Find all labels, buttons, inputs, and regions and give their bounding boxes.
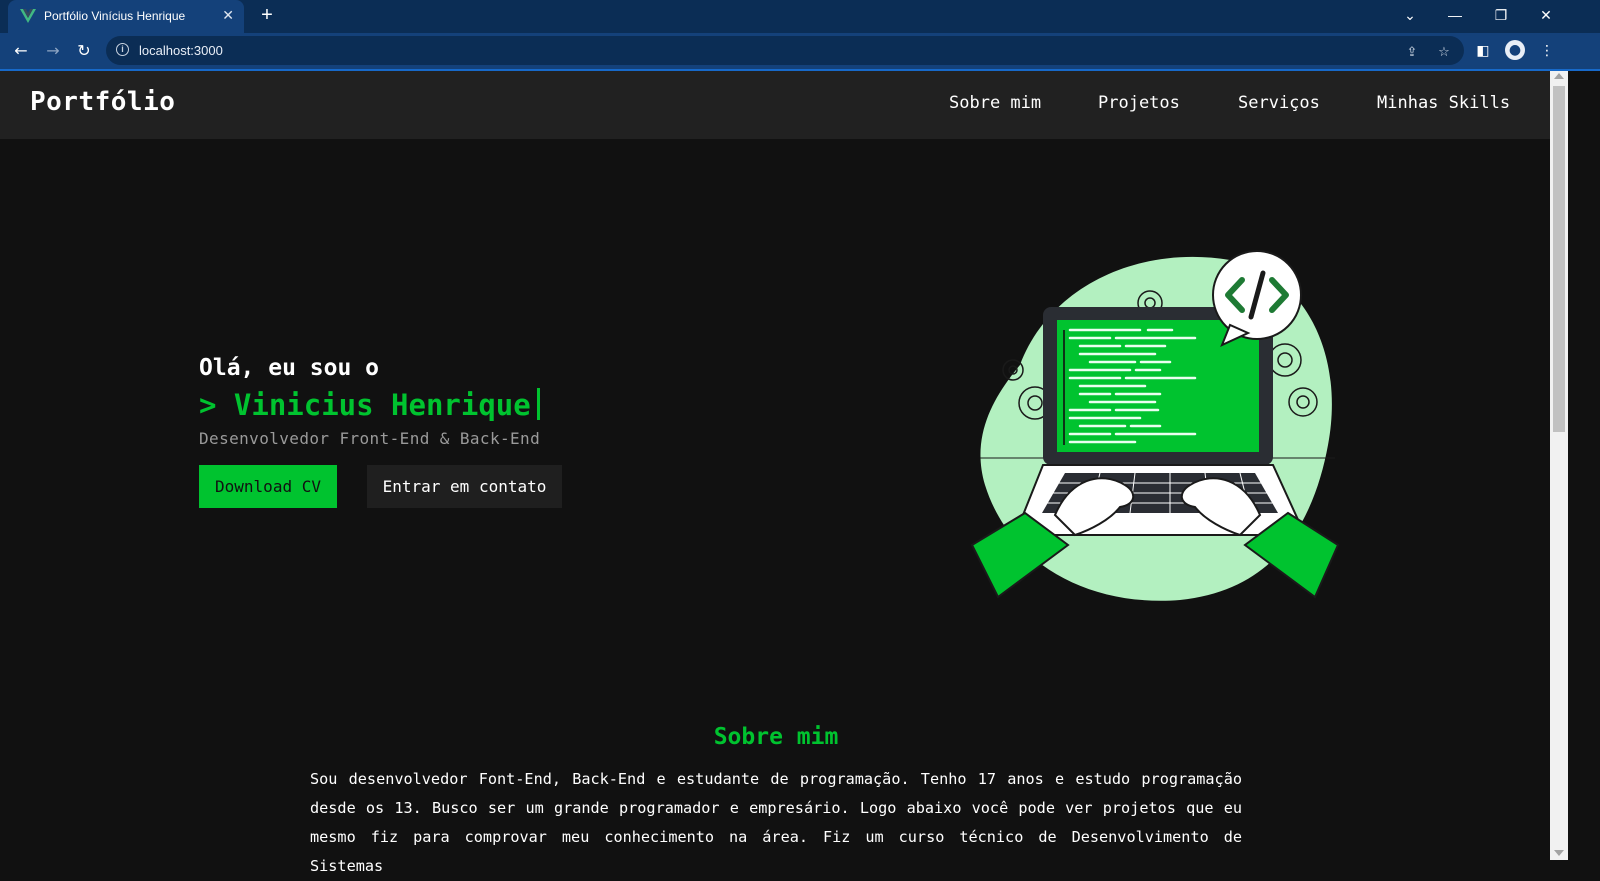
hero-name: > Vinicius Henrique — [199, 388, 540, 422]
tab-search-icon[interactable]: ⌄ — [1387, 0, 1433, 33]
side-panel-icon[interactable]: ◧ — [1474, 42, 1492, 60]
scroll-down-arrow-icon[interactable] — [1554, 850, 1564, 856]
reload-icon[interactable]: ↻ — [72, 39, 96, 63]
site-info-icon[interactable]: i — [116, 43, 129, 56]
bookmark-star-icon[interactable]: ☆ — [1435, 44, 1453, 62]
minimize-icon[interactable]: — — [1432, 0, 1478, 33]
about-section-title: Sobre mim — [713, 724, 839, 750]
typing-caret — [536, 388, 540, 420]
browser-tab-strip: Portfólio Vinícius Henrique ✕ + ⌄ — ❐ ✕ — [0, 0, 1600, 33]
scrollbar-thumb[interactable] — [1553, 86, 1565, 432]
site-logo[interactable]: Portfólio — [30, 87, 175, 117]
window-edge — [1568, 71, 1600, 860]
url-text[interactable]: localhost:3000 — [139, 43, 223, 58]
menu-kebab-icon[interactable]: ⋮ — [1538, 42, 1556, 60]
new-tab-icon[interactable]: + — [256, 4, 278, 26]
download-cv-button[interactable]: Download CV — [199, 465, 337, 508]
vue-logo-icon — [20, 9, 36, 23]
close-window-icon[interactable]: ✕ — [1523, 0, 1569, 33]
back-icon[interactable]: ← — [9, 39, 33, 63]
browser-tab[interactable]: Portfólio Vinícius Henrique ✕ — [8, 0, 244, 33]
restore-icon[interactable]: ❐ — [1478, 0, 1524, 33]
address-bar[interactable]: i localhost:3000 ⇪ ☆ — [106, 36, 1464, 65]
nav-link-projetos[interactable]: Projetos — [1098, 93, 1180, 113]
hero-role: Desenvolvedor Front-End & Back-End — [199, 429, 541, 448]
about-paragraph: Sou desenvolvedor Font-End, Back-End e e… — [310, 770, 1242, 875]
share-icon[interactable]: ⇪ — [1403, 44, 1421, 62]
tab-title: Portfólio Vinícius Henrique — [44, 9, 186, 23]
forward-icon[interactable]: → — [41, 39, 65, 63]
scroll-up-arrow-icon[interactable] — [1554, 73, 1564, 79]
hero-greeting: Olá, eu sou o — [199, 355, 380, 381]
site-header: Portfólio Sobre mim Projetos Serviços Mi… — [0, 71, 1550, 139]
tab-close-icon[interactable]: ✕ — [222, 7, 234, 24]
laptop-coding-illustration — [970, 250, 1340, 601]
nav-link-servicos[interactable]: Serviços — [1238, 93, 1320, 113]
nav-link-sobre-mim[interactable]: Sobre mim — [949, 93, 1041, 113]
hero-name-text: > Vinicius Henrique — [199, 388, 531, 422]
browser-toolbar: ← → ↻ i localhost:3000 ⇪ ☆ ◧ ● ⋮ — [0, 33, 1600, 69]
profile-avatar-icon[interactable]: ● — [1505, 40, 1525, 60]
nav-link-minhas-skills[interactable]: Minhas Skills — [1377, 93, 1510, 113]
contact-button[interactable]: Entrar em contato — [367, 465, 562, 508]
